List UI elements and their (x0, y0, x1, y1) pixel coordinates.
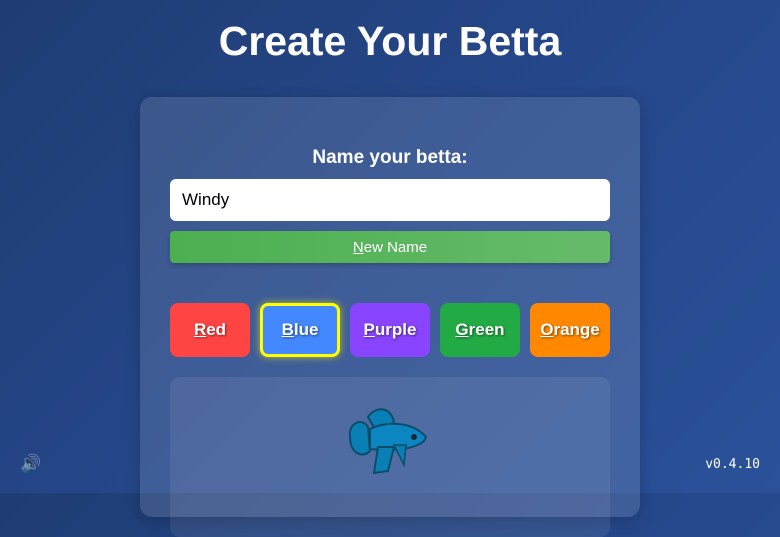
betta-fish-icon (348, 408, 428, 475)
color-options: Red Blue Purple Green Orange (170, 303, 610, 357)
color-blue-button[interactable]: Blue (260, 303, 340, 357)
betta-preview (170, 377, 610, 537)
color-green-button[interactable]: Green (440, 303, 520, 357)
name-label: Name your betta: (312, 147, 468, 168)
page-title: Create Your Betta (218, 18, 562, 64)
color-red-button[interactable]: Red (170, 303, 250, 357)
version-label: v0.4.10 (705, 457, 760, 472)
create-card: Name your betta: New Name Red Blue Purpl… (140, 97, 640, 537)
new-name-button[interactable]: New Name (170, 231, 610, 263)
name-input[interactable] (170, 179, 610, 221)
sound-toggle-icon[interactable]: 🔊 (20, 454, 41, 474)
color-orange-button[interactable]: Orange (530, 303, 610, 357)
color-purple-button[interactable]: Purple (350, 303, 430, 357)
